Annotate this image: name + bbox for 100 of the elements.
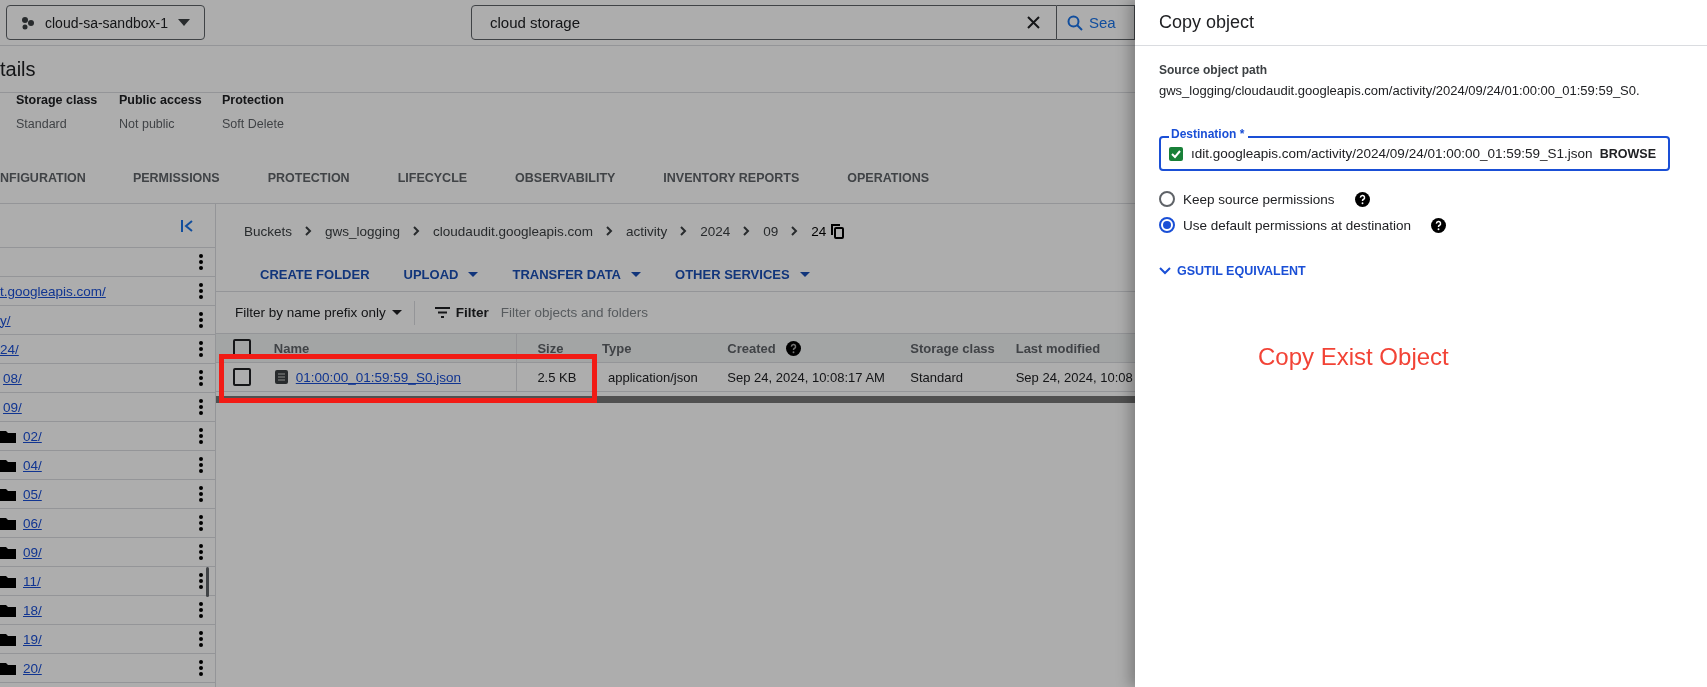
- breadcrumb-item: 24: [811, 223, 827, 239]
- scrollbar-thumb[interactable]: [206, 567, 209, 597]
- column-header[interactable]: Last modified: [1015, 340, 1101, 356]
- breadcrumb-item[interactable]: Buckets: [244, 223, 293, 239]
- folder-link[interactable]: 02/: [23, 428, 42, 444]
- detail-value: Soft Delete: [222, 117, 285, 131]
- more-icon[interactable]: [199, 283, 203, 299]
- more-icon[interactable]: [199, 544, 203, 560]
- more-icon[interactable]: [199, 341, 203, 357]
- chevron-icon: [743, 226, 751, 236]
- folder-link[interactable]: 05/: [23, 486, 42, 502]
- chevron-icon: [413, 226, 421, 236]
- column-header[interactable]: Storage class: [910, 340, 995, 356]
- select-all-checkbox[interactable]: [233, 339, 251, 357]
- folder-link[interactable]: 11/: [23, 573, 41, 589]
- detail-value: Not public: [119, 117, 176, 131]
- folder-icon: [0, 574, 16, 588]
- more-icon[interactable]: [199, 660, 203, 676]
- folder-icon: [0, 603, 16, 617]
- page-heading: tails: [0, 46, 1135, 93]
- toolbar-button[interactable]: OTHER SERVICES: [675, 267, 810, 282]
- breadcrumb-item[interactable]: 2024: [700, 223, 731, 239]
- more-icon[interactable]: [199, 428, 203, 444]
- more-icon[interactable]: [199, 254, 203, 270]
- help-icon[interactable]: [785, 340, 801, 356]
- help-icon[interactable]: [1431, 217, 1447, 233]
- folder-link[interactable]: 18/: [23, 602, 42, 618]
- table-cell: application/json: [608, 369, 698, 385]
- radio-button[interactable]: [1159, 191, 1175, 207]
- more-icon[interactable]: [199, 399, 203, 415]
- annotation-text: Copy Exist Object: [1258, 343, 1449, 371]
- table-cell: 2.5 KB: [537, 369, 577, 385]
- column-header[interactable]: Size: [537, 340, 564, 356]
- row-checkbox[interactable]: [233, 368, 251, 386]
- filter-mode-dropdown[interactable]: Filter by name prefix only: [235, 305, 402, 320]
- more-icon[interactable]: [199, 457, 203, 473]
- option-label[interactable]: Keep source permissions: [1183, 191, 1335, 207]
- panel-title: Copy object: [1135, 0, 1707, 46]
- search-bar[interactable]: cloud storage: [470, 5, 1057, 40]
- tab[interactable]: OPERATIONS: [847, 152, 929, 204]
- collapse-icon[interactable]: [180, 218, 194, 233]
- more-icon[interactable]: [199, 515, 203, 531]
- table-cell: Sep 24, 2024, 10:08:17 AM: [727, 369, 885, 385]
- folder-link[interactable]: t.googleapis.com/: [0, 283, 106, 299]
- option-label[interactable]: Use default permissions at destination: [1183, 217, 1412, 233]
- column-header[interactable]: Name: [273, 340, 310, 356]
- copy-icon[interactable]: [831, 223, 845, 239]
- filter-input[interactable]: Filter objects and folders: [498, 304, 803, 321]
- tab[interactable]: INVENTORY REPORTS: [663, 152, 800, 204]
- project-icon: [21, 15, 35, 30]
- breadcrumb-item[interactable]: gws_logging: [325, 223, 401, 239]
- gsutil-toggle[interactable]: GSUTIL EQUIVALENT: [1159, 264, 1306, 278]
- caret-icon: [177, 19, 190, 26]
- more-icon[interactable]: [199, 631, 203, 647]
- help-icon[interactable]: [1354, 191, 1370, 207]
- project-selector[interactable]: cloud-sa-sandbox-1: [6, 5, 205, 40]
- column-header[interactable]: Type: [602, 340, 632, 356]
- more-icon[interactable]: [199, 312, 203, 328]
- folder-link[interactable]: 04/: [23, 457, 42, 473]
- caret-icon: [468, 272, 479, 277]
- column-header[interactable]: Created: [727, 340, 776, 356]
- tab[interactable]: NFIGURATION: [0, 152, 86, 204]
- folder-icon: [0, 545, 16, 559]
- object-link[interactable]: 01:00:00_01:59:59_S0.json: [295, 369, 461, 385]
- breadcrumb-item[interactable]: activity: [625, 223, 668, 239]
- folder-icon: [0, 632, 16, 646]
- tab[interactable]: OBSERVABILITY: [515, 152, 616, 204]
- folder-link[interactable]: 06/: [23, 515, 42, 531]
- chevron-icon: [680, 226, 688, 236]
- toolbar-button[interactable]: UPLOAD: [403, 267, 479, 282]
- tab[interactable]: LIFECYCLE: [397, 152, 468, 204]
- folder-link[interactable]: 08/: [3, 370, 22, 386]
- detail-label: Storage class: [16, 93, 99, 109]
- folder-icon: [0, 516, 16, 530]
- breadcrumb-item[interactable]: 09: [763, 223, 779, 239]
- folder-link[interactable]: y/: [0, 312, 11, 328]
- toolbar-button[interactable]: TRANSFER DATA: [512, 267, 641, 282]
- radio-button[interactable]: [1159, 217, 1175, 233]
- folder-link[interactable]: 19/: [23, 631, 42, 647]
- filter-icon: [434, 307, 450, 318]
- caret-icon: [799, 272, 810, 277]
- browse-button[interactable]: BROWSE: [1599, 146, 1656, 161]
- more-icon[interactable]: [199, 602, 203, 618]
- folder-link[interactable]: 09/: [23, 544, 42, 560]
- more-icon[interactable]: [199, 486, 203, 502]
- toolbar-button[interactable]: CREATE FOLDER: [260, 267, 370, 282]
- tab[interactable]: PERMISSIONS: [132, 152, 220, 204]
- folder-link[interactable]: 20/: [23, 660, 42, 676]
- more-icon[interactable]: [199, 370, 203, 386]
- search-input[interactable]: cloud storage: [487, 13, 1027, 32]
- breadcrumb-item[interactable]: cloudaudit.googleapis.com: [433, 223, 593, 239]
- destination-input[interactable]: ıdit.googleapis.com/activity/2024/09/24/01:00:00_01:59:59_S1.json: [1189, 145, 1594, 162]
- horizontal-scrollbar[interactable]: [216, 396, 1135, 403]
- file-icon: [274, 370, 288, 384]
- more-icon[interactable]: [199, 573, 203, 589]
- folder-link[interactable]: 09/: [3, 399, 22, 415]
- search-icon: [1066, 14, 1083, 31]
- folder-link[interactable]: 24/: [0, 341, 19, 357]
- tab[interactable]: PROTECTION: [267, 152, 350, 204]
- clear-icon[interactable]: [1026, 16, 1040, 29]
